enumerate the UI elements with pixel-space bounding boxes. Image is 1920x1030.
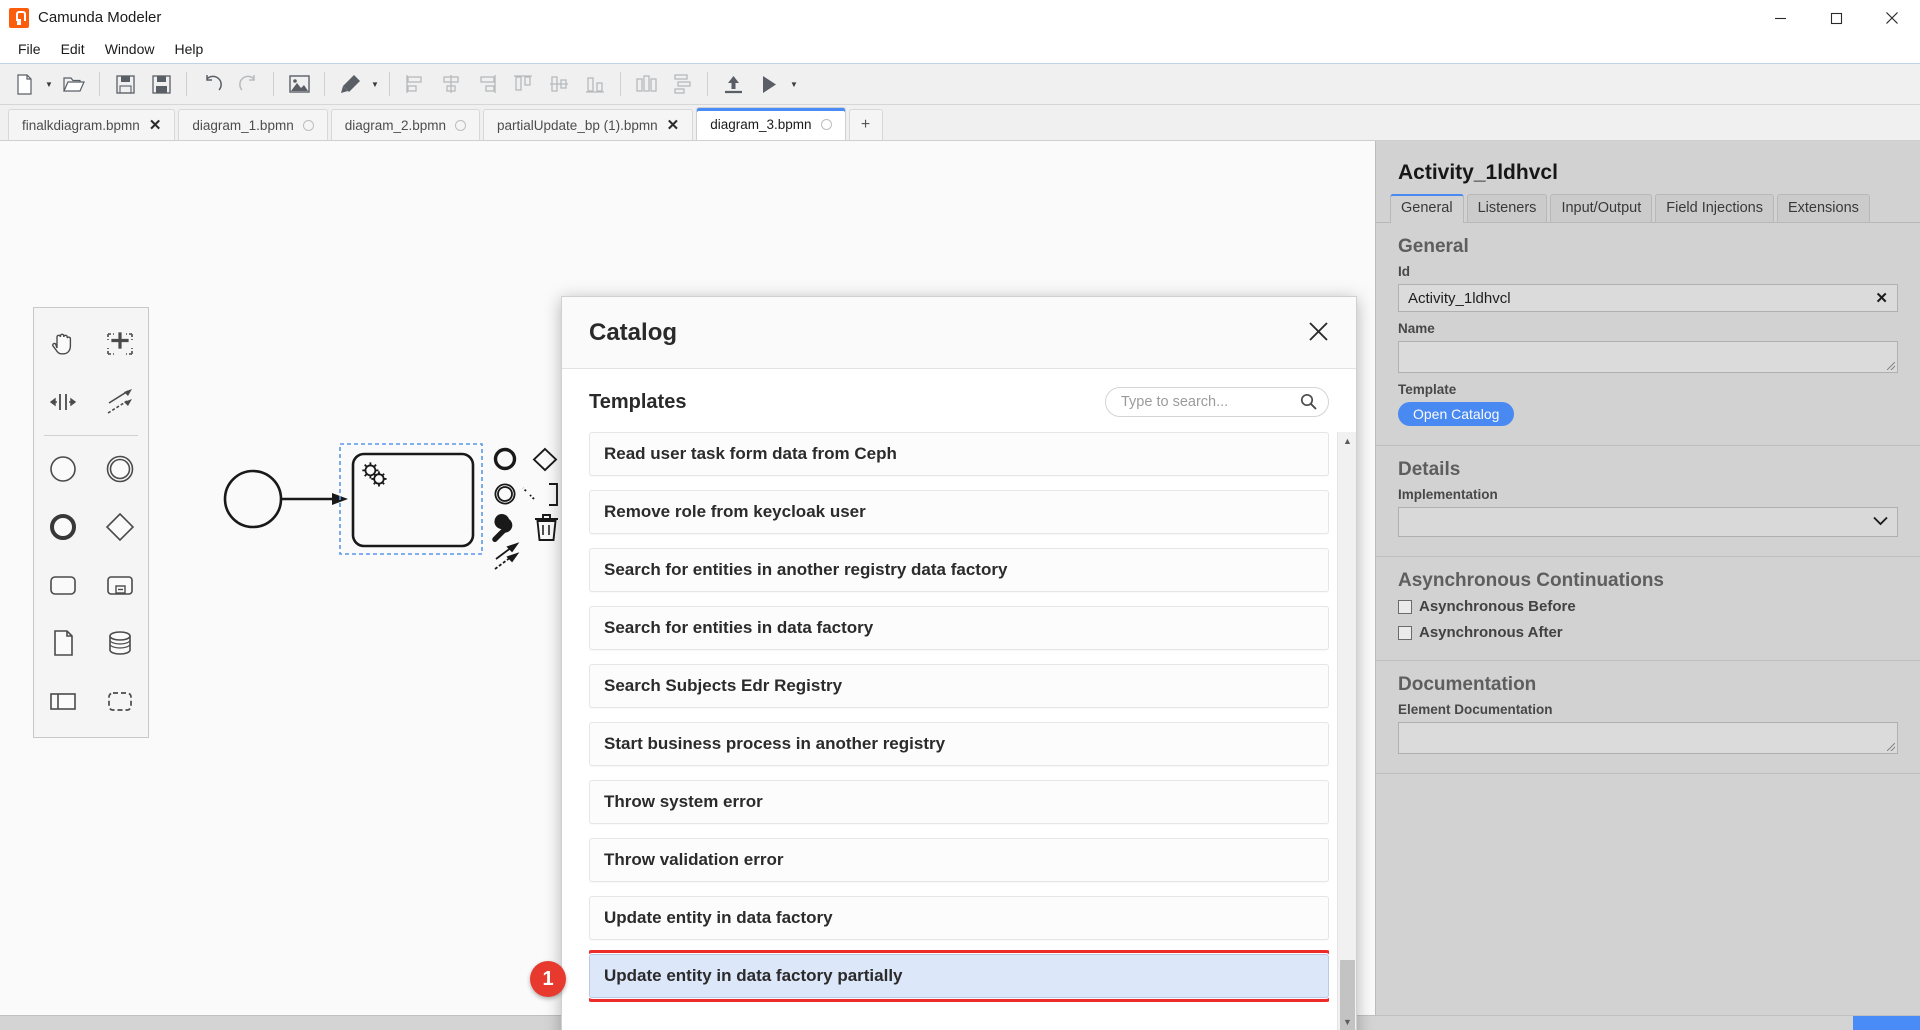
list-item[interactable]: Throw validation error	[589, 838, 1329, 882]
toolbar-separator	[186, 72, 187, 96]
list-item[interactable]: Throw system error	[589, 780, 1329, 824]
align-tool-icon[interactable]	[332, 67, 368, 101]
tab-label: diagram_3.bpmn	[710, 116, 812, 132]
new-tab-button[interactable]: +	[848, 109, 883, 140]
export-image-icon[interactable]	[281, 67, 317, 101]
list-item[interactable]: Search Subjects Edr Registry	[589, 664, 1329, 708]
tab-diagram-1[interactable]: diagram_1.bpmn	[178, 109, 328, 140]
toolbar-separator	[620, 72, 621, 96]
new-file-icon[interactable]	[6, 67, 42, 101]
toolbar-separator	[324, 72, 325, 96]
align-left-icon[interactable]	[397, 67, 433, 101]
minimize-icon[interactable]	[1752, 0, 1808, 36]
list-item[interactable]: Search for entities in data factory	[589, 606, 1329, 650]
open-file-icon[interactable]	[56, 67, 92, 101]
list-item[interactable]: Start business process in another regist…	[589, 722, 1329, 766]
templates-list[interactable]: Read user task form data from Ceph Remov…	[589, 432, 1329, 1018]
scroll-down-arrow-icon[interactable]: ▼	[1338, 1013, 1356, 1030]
tab-finalkdiagram[interactable]: finalkdiagram.bpmn ✕	[8, 109, 176, 140]
tab-diagram-3[interactable]: diagram_3.bpmn	[696, 107, 846, 140]
menu-bar: File Edit Window Help	[0, 36, 1920, 63]
scroll-up-arrow-icon[interactable]: ▲	[1338, 432, 1356, 449]
toolbar-separator	[707, 72, 708, 96]
tab-label: partialUpdate_bp (1).bpmn	[497, 117, 658, 133]
tab-dirty-dot-icon[interactable]	[302, 119, 314, 131]
align-middle-icon[interactable]	[541, 67, 577, 101]
close-icon[interactable]	[1864, 0, 1920, 36]
align-bottom-icon[interactable]	[577, 67, 613, 101]
search-icon	[1300, 393, 1317, 415]
list-item[interactable]: Read user task form data from Ceph	[589, 432, 1329, 476]
list-item-selected[interactable]: Update entity in data factory partially	[589, 950, 1329, 1002]
dialog-subheader: Templates	[562, 369, 1356, 432]
menu-item-edit[interactable]: Edit	[51, 37, 95, 62]
dialog-body: Read user task form data from Ceph Remov…	[562, 432, 1356, 1030]
tab-close-icon[interactable]: ✕	[667, 118, 680, 133]
camunda-logo-icon	[9, 7, 29, 28]
toolbar: ▼ ▼ ▼	[0, 63, 1920, 105]
tab-label: diagram_1.bpmn	[192, 117, 294, 133]
window-title: Camunda Modeler	[38, 9, 162, 26]
main-area: Activity_1ldhvcl General Listeners Input…	[0, 141, 1920, 1030]
redo-icon[interactable]	[230, 67, 266, 101]
toolbar-separator	[99, 72, 100, 96]
list-item[interactable]: Remove role from keycloak user	[589, 490, 1329, 534]
tab-dirty-dot-icon[interactable]	[455, 119, 467, 131]
toolbar-separator	[389, 72, 390, 96]
templates-scrollbar[interactable]: ▲ ▼	[1337, 432, 1356, 1030]
catalog-dialog: Catalog Templates Read user task form da…	[561, 296, 1357, 1030]
maximize-icon[interactable]	[1808, 0, 1864, 36]
undo-icon[interactable]	[194, 67, 230, 101]
menu-item-file[interactable]: File	[8, 37, 51, 62]
menu-item-window[interactable]: Window	[95, 37, 165, 62]
dialog-header: Catalog	[562, 297, 1356, 369]
toolbar-separator	[273, 72, 274, 96]
list-item[interactable]: Search for entities in another registry …	[589, 548, 1329, 592]
tab-label: diagram_2.bpmn	[344, 117, 447, 133]
tab-diagram-2[interactable]: diagram_2.bpmn	[330, 109, 481, 140]
tab-close-icon[interactable]: ✕	[149, 118, 162, 133]
tab-bar: finalkdiagram.bpmn ✕ diagram_1.bpmn diag…	[0, 105, 1920, 141]
align-center-icon[interactable]	[433, 67, 469, 101]
distribute-vertical-icon[interactable]	[664, 67, 700, 101]
close-icon[interactable]	[1308, 320, 1329, 346]
window-controls	[1752, 0, 1920, 36]
start-instance-icon[interactable]	[751, 67, 787, 101]
new-file-caret-icon[interactable]: ▼	[42, 67, 56, 101]
annotation-badge-1: 1	[530, 961, 566, 997]
deploy-icon[interactable]	[715, 67, 751, 101]
templates-heading: Templates	[589, 390, 687, 413]
search-box	[1105, 387, 1329, 417]
dialog-title: Catalog	[589, 318, 678, 346]
tab-label: finalkdiagram.bpmn	[22, 117, 140, 133]
tab-dirty-dot-icon[interactable]	[820, 118, 832, 130]
align-tool-caret-icon[interactable]: ▼	[368, 67, 382, 101]
menu-item-help[interactable]: Help	[164, 37, 213, 62]
start-instance-caret-icon[interactable]: ▼	[787, 67, 801, 101]
search-input[interactable]	[1105, 387, 1329, 417]
align-top-icon[interactable]	[505, 67, 541, 101]
list-item[interactable]: Update entity in data factory	[589, 896, 1329, 940]
save-icon[interactable]	[107, 67, 143, 101]
title-bar: Camunda Modeler	[0, 0, 1920, 36]
log-button[interactable]: Log	[1853, 1016, 1920, 1030]
tab-partialupdate-bp[interactable]: partialUpdate_bp (1).bpmn ✕	[483, 109, 694, 140]
align-right-icon[interactable]	[469, 67, 505, 101]
distribute-horizontal-icon[interactable]	[628, 67, 664, 101]
save-as-icon[interactable]	[143, 67, 179, 101]
